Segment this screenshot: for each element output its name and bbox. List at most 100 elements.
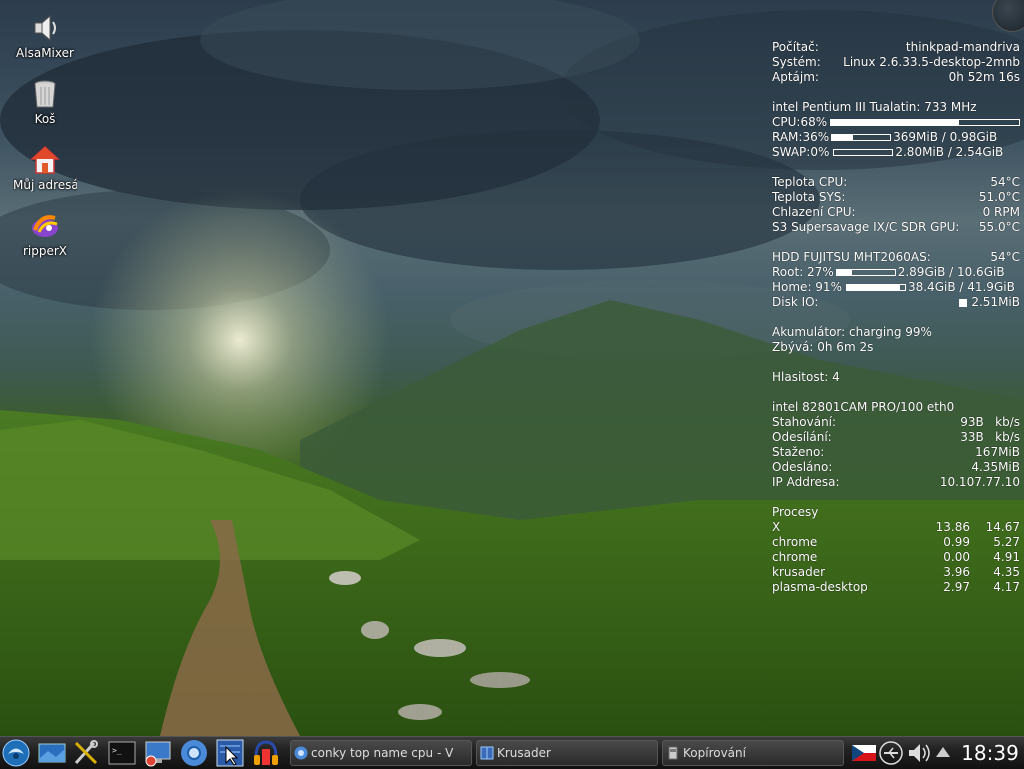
- conky-value: 51.0°C: [978, 190, 1020, 204]
- process-mem: 4.91: [993, 550, 1020, 564]
- conky-value: 2.51MiB: [971, 295, 1020, 309]
- speaker-icon: [34, 14, 56, 42]
- conky-label: S3 Supersavage IX/C SDR GPU:: [772, 220, 960, 234]
- chromium-icon[interactable]: [180, 739, 208, 767]
- desktop-icon-alsamixer[interactable]: AlsaMixer: [5, 12, 85, 60]
- conky-value: 2.89GiB / 10.6GiB: [897, 265, 1005, 279]
- conky-row-uptime: Aptájm: 0h 52m 16s: [772, 70, 1020, 85]
- conky-value: 33B kb/s: [960, 430, 1020, 444]
- task-copy[interactable]: Kopírování: [662, 740, 844, 766]
- process-cpu: 2.97: [943, 580, 970, 594]
- tools-icon[interactable]: [72, 739, 100, 767]
- conky-row-download: Stahování: 93B kb/s: [772, 415, 1020, 430]
- monitor-icon[interactable]: [144, 739, 172, 767]
- conky-label: Hlasitost: 4: [772, 370, 840, 384]
- task-chromium[interactable]: conky top name cpu - V: [290, 740, 472, 766]
- process-row: krusader 3.96 4.35: [772, 565, 1020, 580]
- conky-value: 93B kb/s: [960, 415, 1020, 429]
- volume-icon[interactable]: [906, 739, 932, 767]
- conky-row-battery-remaining: Zbývá: 0h 6m 2s: [772, 340, 1020, 355]
- conky-row-ip: IP Addresa: 10.107.77.10: [772, 475, 1020, 490]
- conky-row-diskio: Disk IO: 2.51MiB: [772, 295, 1020, 310]
- taskbar-panel: >_ conky top name cpu - V Krusader Kopír…: [0, 736, 1024, 769]
- conky-label: Akumulátor: charging 99%: [772, 325, 932, 339]
- conky-row-cpu: CPU:68%: [772, 115, 1020, 130]
- conky-row-root: Root: 27% 2.89GiB / 10.6GiB: [772, 265, 1020, 280]
- up-arrow-icon[interactable]: [934, 739, 952, 767]
- conky-value: 55.0°C: [978, 220, 1020, 234]
- trash-icon: [34, 80, 56, 108]
- conky-row-battery: Akumulátor: charging 99%: [772, 325, 1020, 340]
- conky-label: RAM:36%: [772, 130, 830, 144]
- conky-row-uploaded: Odesláno: 4.35MiB: [772, 460, 1020, 475]
- desktop-icon[interactable]: [38, 739, 66, 767]
- root-usage-bar: [835, 269, 896, 276]
- conky-value: 4.35MiB: [971, 460, 1020, 474]
- conky-label: SWAP:0%: [772, 145, 830, 159]
- conky-value: 0h 52m 16s: [948, 70, 1020, 84]
- conky-value: 2.80MiB / 2.54GiB: [895, 145, 1004, 159]
- conky-label: Systém:: [772, 55, 821, 69]
- conky-system-monitor: Počítač: thinkpad-mandriva Systém: Linux 2…: [772, 40, 1020, 595]
- desktop-icon-label: Můj adresář: [13, 178, 77, 192]
- cpu-usage-bar: [830, 119, 1020, 126]
- conky-label: Root: 27%: [772, 265, 834, 279]
- conky-value: 54°C: [990, 175, 1020, 189]
- conky-label: Zbývá: 0h 6m 2s: [772, 340, 874, 354]
- process-name: X: [772, 520, 781, 534]
- task-krusader[interactable]: Krusader: [476, 740, 658, 766]
- task-label: Kopírování: [683, 746, 746, 760]
- conky-row-hdd: HDD FUJITSU MHT2060AS: 54°C: [772, 250, 1020, 265]
- conky-cpu-model: intel Pentium III Tualatin: 733 MHz: [772, 100, 1020, 115]
- conky-label: Stahování:: [772, 415, 837, 429]
- conky-row-temp-sys: Teplota SYS: 51.0°C: [772, 190, 1020, 205]
- conky-value: 167MiB: [975, 445, 1020, 459]
- conky-label: Staženo:: [772, 445, 825, 459]
- process-name: chrome: [772, 535, 818, 549]
- usb-icon[interactable]: [878, 739, 904, 767]
- audio-headphones-icon[interactable]: [252, 739, 280, 767]
- conky-label: Home: 91%: [772, 280, 842, 294]
- krusader-icon: [480, 746, 494, 760]
- process-mem: 4.17: [993, 580, 1020, 594]
- conky-processes-title: Procesy: [772, 505, 1020, 520]
- conky-label: Odesláno:: [772, 460, 833, 474]
- process-row: chrome 0.99 5.27: [772, 535, 1020, 550]
- screenshot-icon[interactable]: [216, 739, 244, 767]
- ram-usage-bar: [831, 134, 892, 141]
- conky-value: 38.4GiB / 41.9GiB: [907, 280, 1015, 294]
- desktop-icon-ripperx[interactable]: ripperX: [5, 210, 85, 258]
- process-row: chrome 0.00 4.91: [772, 550, 1020, 565]
- copy-icon: [668, 746, 678, 760]
- conky-row-home: Home: 91% 38.4GiB / 41.9GiB: [772, 280, 1020, 295]
- conky-row-temp-cpu: Teplota CPU: 54°C: [772, 175, 1020, 190]
- conky-value: 10.107.77.10: [939, 475, 1020, 489]
- desktop-icon-home[interactable]: Můj adresář: [5, 144, 85, 192]
- conky-label: Teplota SYS:: [772, 190, 846, 204]
- conky-label: Počítač:: [772, 40, 819, 54]
- conky-row-net-adapter: intel 82801CAM PRO/100 eth0: [772, 400, 1020, 415]
- conky-label: Disk IO:: [772, 295, 819, 309]
- conky-value: 369MiB / 0.98GiB: [893, 130, 998, 144]
- conky-row-upload: Odesílání: 33B kb/s: [772, 430, 1020, 445]
- home-usage-bar: [845, 284, 906, 291]
- conky-value: 0 RPM: [982, 205, 1020, 219]
- conky-value: 54°C: [990, 250, 1020, 264]
- task-label: conky top name cpu - V: [311, 746, 454, 760]
- conky-row-downloaded: Staženo: 167MiB: [772, 445, 1020, 460]
- terminal-icon[interactable]: >_: [108, 739, 136, 767]
- conky-row-volume: Hlasitost: 4: [772, 370, 1020, 385]
- process-name: krusader: [772, 565, 826, 579]
- process-mem: 5.27: [993, 535, 1020, 549]
- clock[interactable]: 18:39: [956, 737, 1024, 769]
- conky-row-system: Systém: Linux 2.6.33.5-desktop-2mnb: [772, 55, 1020, 70]
- process-name: plasma-desktop: [772, 580, 868, 594]
- desktop-icon-trash[interactable]: Koš: [5, 78, 85, 126]
- home-icon: [30, 145, 60, 174]
- conky-row-fan: Chlazení CPU: 0 RPM: [772, 205, 1020, 220]
- conky-label: Teplota CPU:: [772, 175, 848, 189]
- kickoff-menu-icon[interactable]: [2, 739, 30, 767]
- czech-flag-icon[interactable]: [852, 743, 876, 763]
- conky-row-swap: SWAP:0% 2.80MiB / 2.54GiB: [772, 145, 1020, 160]
- conky-label: CPU:68%: [772, 115, 828, 129]
